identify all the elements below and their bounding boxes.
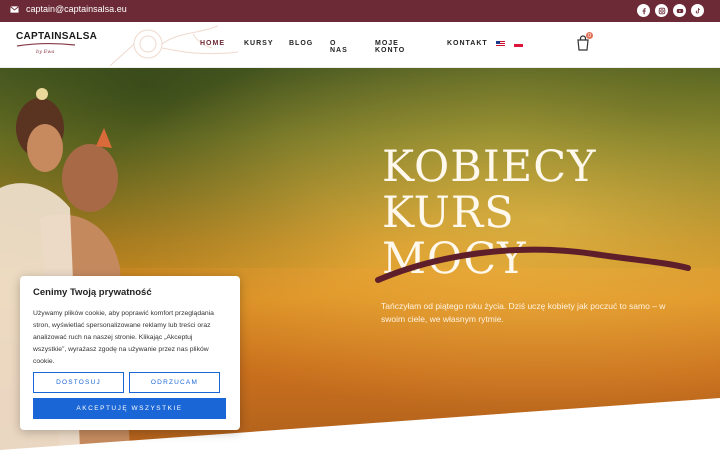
email-text: captain@captainsalsa.eu [26,4,127,14]
customize-button[interactable]: DOSTOSUJ [33,372,124,393]
email-link[interactable]: captain@captainsalsa.eu [10,4,127,14]
top-bar: captain@captainsalsa.eu [0,0,720,22]
tiktok-icon[interactable] [691,4,704,17]
social-links [637,4,704,17]
cookie-secondary-buttons: DOSTOSUJ ODRZUCAM [33,372,220,393]
instagram-icon[interactable] [655,4,668,17]
logo-name: CAPTAINSALSA [16,31,98,42]
cart-count-badge: 0 [586,32,593,39]
floral-decoration [109,25,239,67]
nav-item-kontakt[interactable]: KONTAKT [447,40,488,47]
reject-button[interactable]: ODRZUCAM [129,372,220,393]
site-header: CAPTAINSALSA by Ewa HOME KURSY BLOG O NA… [0,22,720,68]
cookie-text: Używamy plików cookie, aby poprawić komf… [33,310,214,365]
youtube-icon[interactable] [673,4,686,17]
nav-item-moje-konto[interactable]: MOJE KONTO [375,40,405,54]
envelope-icon [10,5,19,13]
flag-us-icon[interactable] [496,41,505,47]
nav-item-blog[interactable]: BLOG [289,40,313,47]
accept-all-button[interactable]: AKCEPTUJĘ WSZYSTKIE [33,398,226,419]
site-logo[interactable]: CAPTAINSALSA by Ewa [16,31,98,55]
nav-item-kursy[interactable]: KURSY [244,40,274,47]
flag-pl-icon[interactable] [514,41,523,47]
cookie-title: Cenimy Twoją prywatność [33,287,152,298]
logo-signature: by Ewa [36,49,55,55]
nav-item-o-nas[interactable]: O NAS [330,40,348,54]
logo-swoosh [16,43,76,47]
cookie-consent-dialog: Cenimy Twoją prywatność Używamy plików c… [20,276,240,430]
nav-item-home[interactable]: HOME [200,40,225,47]
facebook-icon[interactable] [637,4,650,17]
